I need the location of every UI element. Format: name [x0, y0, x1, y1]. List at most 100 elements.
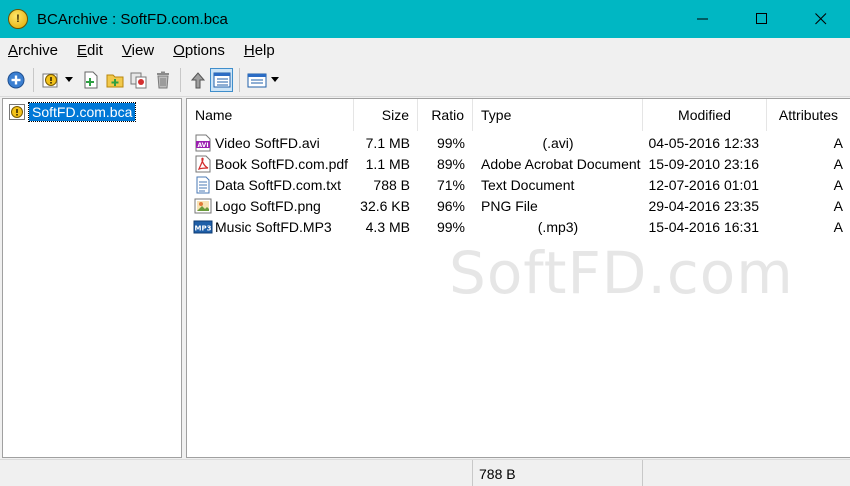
bcarchive-icon: ! — [8, 9, 28, 29]
file-type: (.avi) — [542, 134, 574, 151]
view-options-dropdown[interactable] — [269, 68, 281, 92]
minimize-icon — [696, 18, 708, 20]
delete-icon — [156, 71, 169, 88]
file-modified: 29-04-2016 23:35 — [648, 197, 759, 214]
add-folder-button[interactable] — [103, 68, 126, 92]
table-row[interactable]: AVI Video SoftFD.avi 7.1 MB 99% (.avi) 0… — [187, 132, 850, 153]
svg-text:AVI: AVI — [197, 142, 208, 149]
file-attributes: A — [833, 197, 843, 214]
file-ratio: 99% — [436, 134, 465, 151]
file-size: 7.1 MB — [365, 134, 410, 151]
archive-icon — [9, 104, 25, 120]
new-archive-button[interactable] — [4, 68, 27, 92]
file-modified: 12-07-2016 01:01 — [648, 176, 759, 193]
delete-button[interactable] — [151, 68, 174, 92]
menu-options[interactable]: Options — [165, 42, 233, 59]
view-options-button[interactable] — [245, 68, 268, 92]
toolbar — [0, 63, 850, 97]
column-header-attributes[interactable]: Attributes — [767, 99, 850, 131]
file-size: 788 B — [373, 176, 410, 193]
file-name: Book SoftFD.com.pdf — [215, 155, 349, 172]
menu-view[interactable]: View — [114, 42, 162, 59]
column-header-type[interactable]: Type — [473, 99, 643, 131]
file-type: Adobe Acrobat Document — [481, 155, 641, 172]
menu-bar: Archive Edit View Options Help — [0, 38, 850, 63]
window-title: BCArchive : SoftFD.com.bca — [37, 10, 228, 28]
svg-text:MP3: MP3 — [195, 224, 212, 232]
up-folder-button[interactable] — [186, 68, 209, 92]
file-attributes: A — [833, 155, 843, 172]
add-folder-icon — [106, 74, 123, 87]
table-row[interactable]: MP3 Music SoftFD.MP3 4.3 MB 99% (.mp3) 1… — [187, 216, 850, 237]
extract-button[interactable] — [127, 68, 150, 92]
table-row[interactable]: Data SoftFD.com.txt 788 B 71% Text Docum… — [187, 174, 850, 195]
column-header-modified[interactable]: Modified — [643, 99, 767, 131]
toolbar-separator — [239, 67, 240, 92]
menu-help[interactable]: Help — [236, 42, 283, 59]
status-bar: 788 B — [0, 459, 850, 486]
folder-tree: SoftFD.com.bca — [2, 98, 182, 458]
details-view-icon — [213, 72, 230, 87]
menu-edit[interactable]: Edit — [69, 42, 111, 59]
tree-item-root[interactable]: SoftFD.com.bca — [9, 102, 137, 122]
open-archive-icon — [42, 73, 57, 87]
table-row[interactable]: Logo SoftFD.png 32.6 KB 96% PNG File 29-… — [187, 195, 850, 216]
toolbar-separator — [180, 67, 181, 92]
status-selected-size: 788 B — [473, 460, 643, 486]
status-pane-left — [0, 460, 473, 486]
add-files-icon — [84, 71, 97, 88]
file-ratio: 89% — [436, 155, 465, 172]
open-archive-button[interactable] — [39, 68, 62, 92]
file-type: (.mp3) — [537, 218, 579, 235]
details-view-button[interactable] — [210, 67, 233, 92]
maximize-button[interactable] — [732, 0, 791, 38]
new-archive-icon — [7, 71, 24, 88]
file-name: Logo SoftFD.png — [215, 197, 321, 214]
file-name: Data SoftFD.com.txt — [215, 176, 342, 193]
menu-archive[interactable]: Archive — [0, 42, 66, 59]
file-size: 32.6 KB — [360, 197, 410, 214]
maximize-icon — [755, 13, 767, 24]
close-icon — [814, 13, 826, 25]
up-folder-icon — [190, 71, 205, 88]
file-modified: 15-04-2016 16:31 — [648, 218, 759, 235]
toolbar-separator — [33, 67, 34, 92]
file-type: PNG File — [481, 197, 538, 214]
file-name: Video SoftFD.avi — [215, 134, 320, 151]
file-modified: 04-05-2016 12:33 — [648, 134, 759, 151]
title-bar: ! BCArchive : SoftFD.com.bca — [0, 0, 850, 38]
extract-icon — [130, 72, 146, 88]
file-type: Text Document — [481, 176, 575, 193]
file-ratio: 71% — [436, 176, 465, 193]
file-size: 4.3 MB — [365, 218, 410, 235]
file-modified: 15-09-2010 23:16 — [648, 155, 759, 172]
file-list: Name Size Ratio Type Modified Attributes… — [186, 98, 850, 458]
file-name: Music SoftFD.MP3 — [215, 218, 332, 235]
add-files-button[interactable] — [79, 68, 102, 92]
avi-file-icon: AVI — [193, 134, 213, 152]
watermark: SoftFD.com — [449, 239, 794, 307]
png-file-icon — [193, 197, 213, 215]
window-controls — [673, 0, 850, 38]
file-attributes: A — [833, 176, 843, 193]
pdf-file-icon — [193, 155, 213, 173]
list-header: Name Size Ratio Type Modified Attributes — [187, 99, 850, 131]
column-header-ratio[interactable]: Ratio — [418, 99, 473, 131]
file-ratio: 96% — [436, 197, 465, 214]
file-size: 1.1 MB — [365, 155, 410, 172]
minimize-button[interactable] — [673, 0, 732, 38]
file-ratio: 99% — [436, 218, 465, 235]
chevron-down-icon — [271, 77, 279, 82]
list-rows: AVI Video SoftFD.avi 7.1 MB 99% (.avi) 0… — [187, 132, 850, 237]
table-row[interactable]: Book SoftFD.com.pdf 1.1 MB 89% Adobe Acr… — [187, 153, 850, 174]
column-header-name[interactable]: Name — [187, 99, 354, 131]
view-options-icon — [247, 73, 266, 87]
status-pane-right — [643, 460, 848, 486]
column-header-size[interactable]: Size — [354, 99, 418, 131]
file-attributes: A — [833, 218, 843, 235]
close-button[interactable] — [791, 0, 850, 38]
text-file-icon — [193, 176, 213, 194]
file-attributes: A — [833, 134, 843, 151]
chevron-down-icon — [65, 77, 73, 82]
open-archive-dropdown[interactable] — [63, 68, 75, 92]
